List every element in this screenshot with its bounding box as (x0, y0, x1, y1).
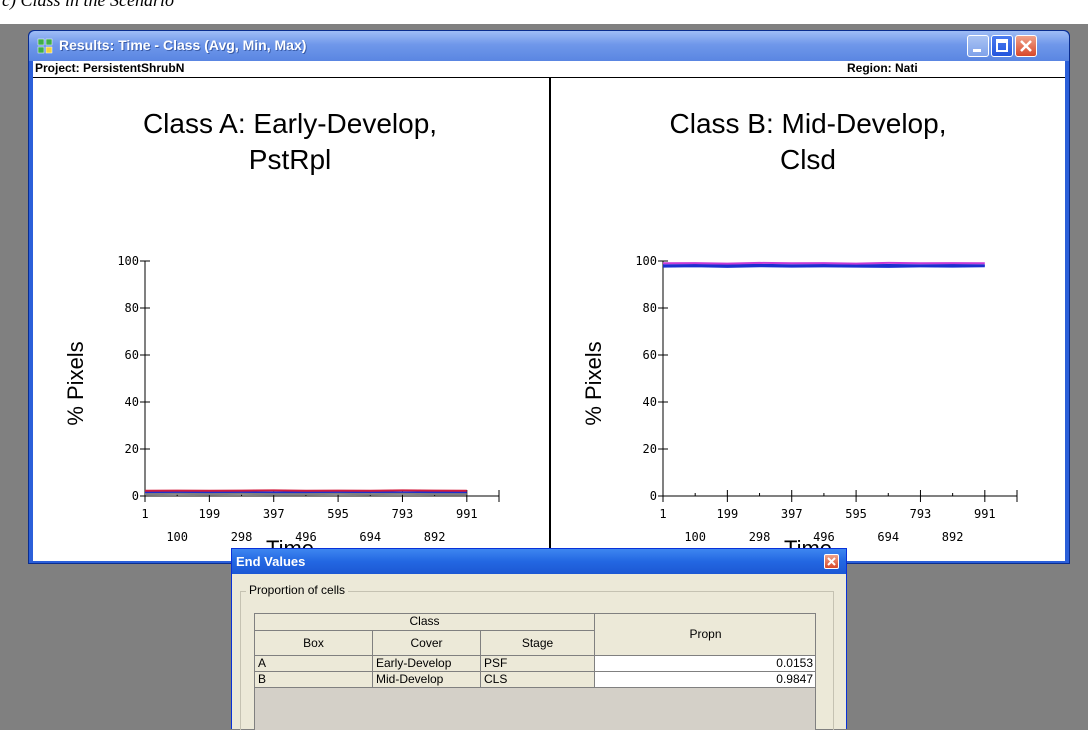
app-icon (37, 38, 53, 54)
results-titlebar[interactable]: Results: Time - Class (Avg, Min, Max) (29, 31, 1069, 61)
y-axis-label: % Pixels (63, 341, 88, 425)
x-tick-label: 397 (263, 507, 285, 521)
y-tick-label: 60 (125, 348, 139, 362)
row-a-cover[interactable]: Early-Develop (373, 656, 481, 672)
chart-title-line: Clsd (780, 144, 836, 175)
y-tick-label: 100 (635, 254, 657, 268)
results-window: Results: Time - Class (Avg, Min, Max) Pr… (28, 30, 1070, 564)
row-b-box[interactable]: B (255, 672, 373, 688)
header-box[interactable]: Box (255, 631, 373, 656)
close-icon (1016, 36, 1036, 56)
caption-fragment: c) Class in the Scenario (2, 0, 174, 11)
minimize-icon (968, 36, 988, 56)
x-tick-label: 298 (231, 530, 253, 544)
x-tick-label: 892 (424, 530, 446, 544)
close-icon (825, 555, 838, 568)
end-values-dialog: End Values Proportion of cells Class Pro… (231, 548, 847, 729)
y-tick-label: 100 (117, 254, 139, 268)
row-b-cover[interactable]: Mid-Develop (373, 672, 481, 688)
x-tick-label: 397 (781, 507, 803, 521)
chart-title-line: PstRpl (249, 144, 331, 175)
y-axis-label: % Pixels (581, 341, 606, 425)
x-tick-label: 100 (684, 530, 706, 544)
y-tick-label: 40 (125, 395, 139, 409)
proportion-group-caption: Proportion of cells (246, 583, 348, 597)
x-tick-label: 199 (199, 507, 221, 521)
x-tick-label: 793 (392, 507, 414, 521)
header-class[interactable]: Class (255, 614, 595, 631)
row-a-stage[interactable]: PSF (481, 656, 595, 672)
x-tick-label: 892 (942, 530, 964, 544)
x-tick-label: 595 (845, 507, 867, 521)
row-b-stage[interactable]: CLS (481, 672, 595, 688)
end-values-title: End Values (236, 554, 305, 569)
project-label: Project: PersistentShrubN (35, 61, 184, 75)
header-cover[interactable]: Cover (373, 631, 481, 656)
x-tick-label: 991 (974, 507, 996, 521)
document-caption-strip: c) Class in the Scenario (0, 0, 1088, 24)
series-line-min (663, 266, 985, 267)
info-bar: Project: PersistentShrubN Region: Nati (33, 61, 1065, 78)
header-stage[interactable]: Stage (481, 631, 595, 656)
end-values-titlebar[interactable]: End Values (232, 549, 846, 574)
x-tick-label: 199 (717, 507, 739, 521)
chart-class-a: Class A: Early-Develop, PstRpl 0 20 40 60 80 10… (33, 78, 547, 561)
series-line-max (663, 263, 985, 264)
row-a-propn[interactable]: 0.0153 (595, 656, 816, 672)
y-tick-label: 0 (650, 489, 657, 503)
y-tick-label: 80 (643, 301, 657, 315)
chart-title-line: Class B: Mid-Develop, (670, 108, 947, 139)
end-values-grid[interactable]: Class Propn Box Cover Stage A Early-Deve… (254, 613, 816, 730)
header-propn[interactable]: Propn (595, 614, 816, 656)
x-tick-label: 991 (456, 507, 478, 521)
minimize-button[interactable] (967, 35, 989, 57)
x-tick-label: 595 (327, 507, 349, 521)
x-tick-label: 694 (359, 530, 381, 544)
chart-title-line: Class A: Early-Develop, (143, 108, 437, 139)
close-button[interactable] (1015, 35, 1037, 57)
region-label: Region: Nati (847, 61, 918, 75)
x-tick-label: 1 (659, 507, 666, 521)
y-tick-label: 0 (132, 489, 139, 503)
x-tick-label: 793 (910, 507, 932, 521)
results-window-title: Results: Time - Class (Avg, Min, Max) (59, 37, 306, 53)
x-tick-label: 1 (141, 507, 148, 521)
row-a-box[interactable]: A (255, 656, 373, 672)
chart-class-b: Class B: Mid-Develop, Clsd 0 20 40 60 80 100 1 19… (551, 78, 1065, 561)
y-tick-label: 40 (643, 395, 657, 409)
end-values-close-button[interactable] (824, 554, 839, 569)
results-client-area: Project: PersistentShrubN Region: Nati C… (33, 61, 1065, 561)
x-tick-label: 100 (166, 530, 188, 544)
y-tick-label: 20 (643, 442, 657, 456)
x-tick-label: 694 (877, 530, 899, 544)
x-tick-label: 298 (749, 530, 771, 544)
y-tick-label: 80 (125, 301, 139, 315)
maximize-button[interactable] (991, 35, 1013, 57)
maximize-icon (992, 36, 1012, 56)
row-b-propn[interactable]: 0.9847 (595, 672, 816, 688)
y-tick-label: 60 (643, 348, 657, 362)
y-tick-label: 20 (125, 442, 139, 456)
